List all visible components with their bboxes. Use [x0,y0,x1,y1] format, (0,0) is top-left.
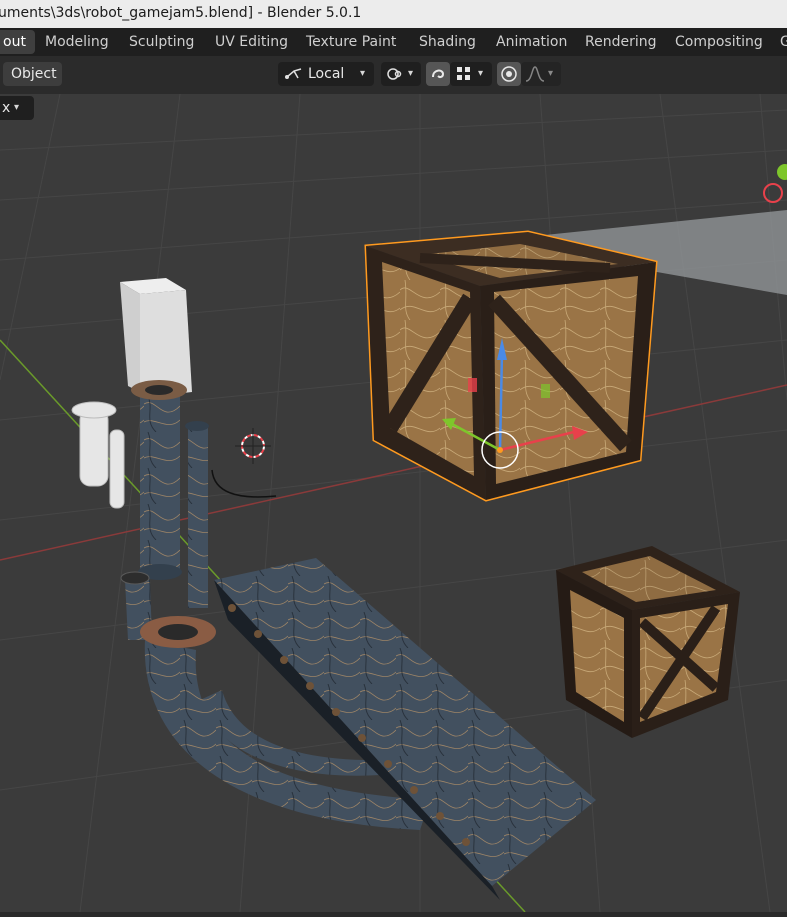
3d-cursor[interactable] [235,428,271,464]
snap-magnet-icon [432,69,445,79]
tab-geometry-nodes[interactable]: G [771,30,787,54]
viewport-left-dropdown-label: x [2,100,11,116]
tab-compositing[interactable]: Compositing [666,30,772,54]
tab-uv-editing[interactable]: UV Editing [206,30,297,54]
nav-gizmo-x[interactable] [763,183,783,203]
bottom-divider [0,912,787,917]
falloff-curve-icon [525,66,545,82]
tab-sculpting[interactable]: Sculpting [120,30,203,54]
falloff-dropdown[interactable]: ▾ [521,62,561,86]
chevron-down-icon: ▾ [478,68,484,79]
tab-texture-paint[interactable]: Texture Paint [297,30,405,54]
proportional-edit-icon [501,66,517,82]
conveyor-belt[interactable] [214,558,596,900]
window-titlebar: uments\3ds\robot_gamejam5.blend] - Blend… [0,0,787,28]
snap-target-dropdown[interactable]: ▾ [450,62,492,86]
orientation-icon [285,68,302,79]
3d-viewport[interactable]: x ▾ [0,94,787,912]
tab-layout[interactable]: out [0,30,35,54]
snap-toggle[interactable] [426,62,450,86]
viewport-header: Object Local ▾ ▾ ▾ ▾ [0,56,787,94]
orientation-label: Local [308,66,345,82]
pivot-icon [387,68,402,80]
tab-rendering[interactable]: Rendering [576,30,666,54]
snap-grid-icon [457,67,470,80]
chevron-down-icon: ▾ [14,102,20,113]
proportional-edit-toggle[interactable] [497,62,521,86]
transform-orientation-dropdown[interactable]: Local ▾ [278,62,374,86]
chevron-down-icon: ▾ [360,68,366,79]
tab-modeling[interactable]: Modeling [36,30,118,54]
object-menu[interactable]: Object [3,62,62,86]
white-block[interactable] [120,278,192,398]
viewport-scene [0,94,787,912]
viewport-left-dropdown[interactable]: x ▾ [0,96,34,120]
chevron-down-icon: ▾ [408,68,414,79]
window-title: uments\3ds\robot_gamejam5.blend] - Blend… [0,5,362,21]
tab-animation[interactable]: Animation [487,30,576,54]
crate-large[interactable] [364,230,658,502]
nav-gizmo-y[interactable] [777,164,787,180]
white-pipe-parts[interactable] [71,401,125,509]
tab-shading[interactable]: Shading [410,30,485,54]
curve-object[interactable] [211,469,277,498]
workspace-tabs: out Modeling Sculpting UV Editing Textur… [0,28,787,56]
pivot-point-dropdown[interactable]: ▾ [381,62,421,86]
chevron-down-icon: ▾ [548,68,554,79]
crate-small[interactable] [556,546,740,738]
